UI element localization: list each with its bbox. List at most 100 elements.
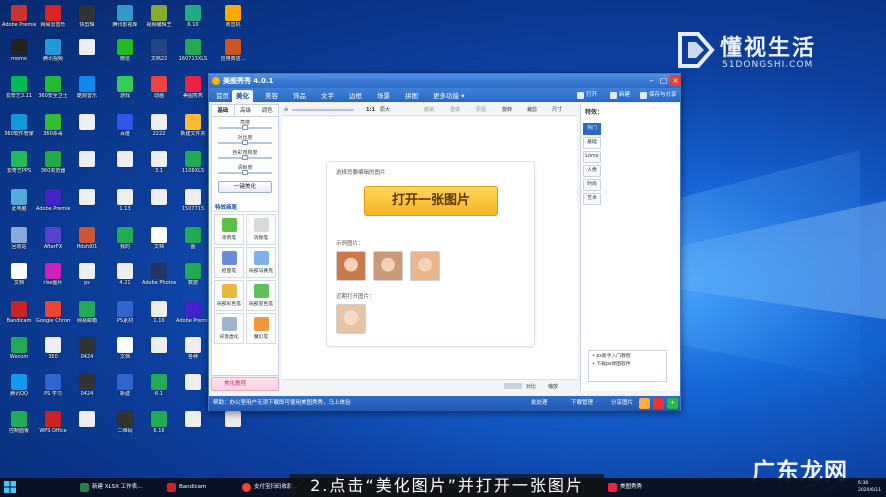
desktop-icon[interactable]: rise图片 (36, 262, 70, 298)
sample-image[interactable] (373, 251, 403, 281)
desktop-icon[interactable]: ps (70, 262, 104, 298)
desktop-icon[interactable]: PS 学习 (36, 373, 70, 409)
effects-tab[interactable]: 基础 (583, 137, 601, 149)
desktop-icon[interactable]: 应用商店... (216, 38, 250, 74)
tab-more[interactable]: 更多功能 ▾ (429, 90, 468, 102)
desktop-icon[interactable]: 网易云音乐 (36, 4, 70, 40)
tab-accessories[interactable]: 饰品 (289, 90, 310, 102)
desktop-icon[interactable]: 网易邮箱 (70, 300, 104, 336)
slider-knob[interactable] (242, 125, 248, 130)
one-key-beautify-button[interactable]: 一键美化 (218, 181, 272, 193)
desktop-icon[interactable]: 360安全卫士 (36, 75, 70, 111)
desktop-icon[interactable]: 爱奇艺3.11 (2, 75, 36, 111)
zoom-button[interactable]: 缩放 (548, 383, 558, 391)
brush-tool[interactable]: 局部彩色笔 (214, 280, 244, 311)
open-image-button[interactable]: 打开一张图片 (364, 186, 498, 216)
desktop-icon[interactable]: 6.1 (142, 373, 176, 409)
subtab-basic[interactable]: 基础 (212, 105, 235, 116)
effects-tab[interactable]: 艺术 (583, 193, 601, 205)
desktop-icon[interactable]: 160713XLS (176, 38, 210, 74)
desktop-icon[interactable]: Adobe Premiere... (176, 300, 210, 336)
tab-home[interactable]: 首页 (212, 90, 233, 102)
close-button[interactable]: × (670, 75, 681, 86)
desktop-icon[interactable]: 我的 (108, 226, 142, 262)
desktop-icon[interactable] (70, 38, 104, 74)
desktop-icon[interactable] (70, 188, 104, 224)
desktop-icon[interactable]: 文档 (108, 336, 142, 372)
brush-tool[interactable]: 局部马赛克 (246, 247, 276, 278)
redo-button[interactable]: 重做 (450, 106, 460, 114)
tab-text[interactable]: 文字 (317, 90, 338, 102)
desktop-icon[interactable]: 3.1 (142, 150, 176, 186)
tab-beautify[interactable]: 美化 (232, 90, 253, 102)
desktop-icon[interactable]: 文档22 (142, 38, 176, 74)
desktop-icon[interactable]: 1507715 (176, 188, 210, 224)
brush-tool[interactable]: 背景虚化 (214, 313, 244, 344)
desktop-icon[interactable] (108, 150, 142, 186)
desktop-icon[interactable]: 4.21 (108, 262, 142, 298)
desktop-icon[interactable] (70, 410, 104, 446)
desktop-icon[interactable]: 图 (176, 226, 210, 262)
desktop-icon[interactable]: 360浏览器 (36, 150, 70, 186)
share-icon[interactable] (653, 398, 664, 409)
desktop-icon[interactable] (176, 410, 210, 446)
desktop-icon[interactable]: 微信 (108, 38, 142, 74)
desktop-icon[interactable]: 快剪辑 (70, 4, 104, 40)
effects-tab[interactable]: 热门 (583, 123, 601, 135)
zoom-ratio[interactable]: 1:1 (366, 106, 375, 114)
taskbar-item-meitu[interactable]: 美图秀秀 (606, 480, 642, 495)
desktop-icon[interactable]: 文档 (142, 226, 176, 262)
desktop-icon[interactable]: 新建文件夹 (176, 113, 210, 149)
desktop-icon[interactable]: Adobe Photosh... (142, 262, 176, 298)
taskbar-item-bandicam[interactable]: Bandicam (165, 480, 206, 495)
zoom-slider[interactable] (292, 109, 354, 111)
desktop-icon[interactable]: 6.16 (142, 410, 176, 446)
desktop-icon[interactable]: 美图秀秀 (176, 75, 210, 111)
original-button[interactable]: 原图 (476, 106, 486, 114)
desktop-icon[interactable]: 游戏 (108, 75, 142, 111)
effects-tab[interactable]: Lomo (583, 151, 601, 163)
desktop-icon[interactable]: 0424 (70, 373, 104, 409)
slider-knob[interactable] (242, 140, 248, 145)
desktop-icon[interactable]: Adobe Premie... (36, 188, 70, 224)
desktop-icon[interactable]: ffdsfd01 (70, 226, 104, 262)
desktop-icon[interactable]: 文档 (2, 262, 36, 298)
start-icon[interactable] (4, 481, 16, 493)
tab-scene[interactable]: 场景 (373, 90, 394, 102)
desktop-icon[interactable]: 1.10 (142, 300, 176, 336)
new-action[interactable]: 新建 (610, 90, 630, 101)
brush-tool[interactable]: 涂鸦笔 (214, 214, 244, 245)
batch-button[interactable]: 批处理 (531, 398, 548, 409)
add-icon[interactable]: + (667, 398, 678, 409)
tab-frame[interactable]: 边框 (345, 90, 366, 102)
desktop-icon[interactable]: Bandicam (2, 300, 36, 336)
news-item[interactable]: • ps新手入门教程 (592, 353, 663, 361)
desktop-icon[interactable]: 收音机 (216, 4, 250, 40)
desktop-icon[interactable]: 2222 (142, 113, 176, 149)
desktop-icon[interactable]: WPS Office (36, 410, 70, 446)
desktop-icon[interactable]: 各种 (176, 336, 210, 372)
desktop-icon[interactable]: 视频编辑王 (142, 4, 176, 40)
tab-beauty[interactable]: 美容 (261, 90, 282, 102)
download-manager-button[interactable]: 下载管理 (571, 398, 593, 409)
brush-tool[interactable]: 抠图笔 (214, 247, 244, 278)
desktop-icon[interactable]: AfterFX (36, 226, 70, 262)
brush-tool[interactable]: 消除笔 (246, 214, 276, 245)
desktop-icon[interactable]: Google Chrome (36, 300, 70, 336)
desktop-icon[interactable]: 回收站 (2, 226, 36, 262)
desktop-icon[interactable]: 新建 (108, 373, 142, 409)
desktop-icon[interactable]: 二维码 (108, 410, 142, 446)
desktop-icon[interactable]: 1.13 (108, 188, 142, 224)
resize-button[interactable]: 尺寸 (552, 106, 562, 114)
desktop-icon[interactable] (142, 188, 176, 224)
desktop-icon[interactable]: PS素材 (108, 300, 142, 336)
effects-tab[interactable]: 时尚 (583, 179, 601, 191)
desktop-icon[interactable]: 此电脑 (2, 188, 36, 224)
desktop-icon[interactable]: 360杀毒 (36, 113, 70, 149)
contrast-slider[interactable]: 对比度 (216, 134, 274, 147)
maximize-button[interactable]: □ (658, 75, 669, 86)
taskbar-item-excel[interactable]: 新建 XLSX 工作表... (78, 480, 142, 495)
subtab-color[interactable]: 调色 (256, 105, 278, 116)
undo-button[interactable]: 撤销 (424, 106, 434, 114)
desktop-icon[interactable]: 酷狗音乐 (70, 75, 104, 111)
